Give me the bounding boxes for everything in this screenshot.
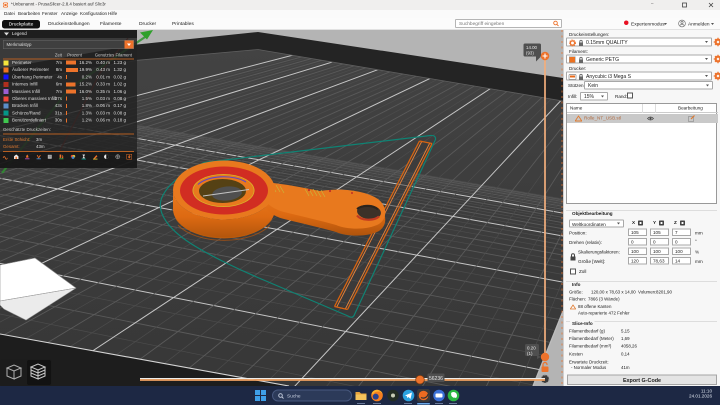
svg-text:0.20: 0.20: [527, 346, 536, 351]
svg-text:14.00: 14.00: [526, 45, 538, 50]
svg-text:56236: 56236: [429, 376, 443, 382]
svg-text:(93): (93): [526, 51, 534, 56]
svg-text:(1): (1): [527, 351, 533, 356]
